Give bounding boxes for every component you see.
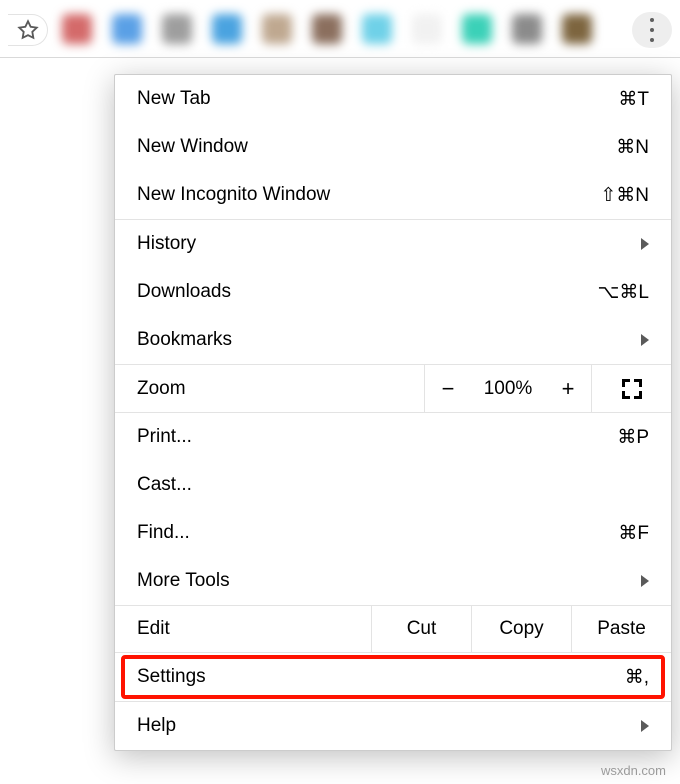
watermark-text: wsxdn.com (601, 763, 666, 778)
menu-label: Print... (137, 426, 617, 448)
extension-icon[interactable] (112, 14, 142, 44)
menu-item-new-incognito[interactable]: New Incognito Window ⇧⌘N (115, 171, 671, 219)
extension-icon[interactable] (412, 14, 442, 44)
menu-item-new-tab[interactable]: New Tab ⌘T (115, 75, 671, 123)
menu-label: Bookmarks (137, 329, 641, 351)
menu-label: Cast... (137, 474, 649, 496)
menu-label: New Incognito Window (137, 184, 600, 206)
menu-label: Help (137, 715, 641, 737)
menu-shortcut: ⌘T (618, 88, 649, 111)
menu-shortcut: ⌘, (625, 666, 649, 689)
vertical-dots-icon (650, 15, 654, 45)
fullscreen-button[interactable] (591, 365, 671, 412)
edit-cut-button[interactable]: Cut (371, 606, 471, 652)
menu-item-find[interactable]: Find... ⌘F (115, 509, 671, 557)
menu-shortcut: ⌘P (617, 426, 649, 449)
zoom-level: 100% (471, 378, 545, 400)
menu-label: Zoom (115, 365, 425, 412)
menu-item-cast[interactable]: Cast... (115, 461, 671, 509)
menu-shortcut: ⌘N (616, 136, 649, 159)
more-menu-button[interactable] (632, 12, 672, 48)
extension-icon[interactable] (462, 14, 492, 44)
main-menu-dropdown: New Tab ⌘T New Window ⌘N New Incognito W… (114, 74, 672, 751)
menu-label: Find... (137, 522, 618, 544)
extension-icons-row (62, 12, 620, 46)
extension-icon[interactable] (62, 14, 92, 44)
extension-icon[interactable] (362, 14, 392, 44)
menu-shortcut: ⌘F (618, 522, 649, 545)
menu-item-history[interactable]: History (115, 220, 671, 268)
menu-label: More Tools (137, 570, 641, 592)
extension-icon[interactable] (562, 14, 592, 44)
zoom-out-button[interactable]: − (425, 376, 471, 402)
menu-label: Downloads (137, 281, 598, 303)
menu-shortcut: ⌥⌘L (598, 281, 649, 304)
menu-item-more-tools[interactable]: More Tools (115, 557, 671, 605)
menu-item-zoom: Zoom − 100% + (115, 365, 671, 413)
extension-icon[interactable] (262, 14, 292, 44)
zoom-in-button[interactable]: + (545, 376, 591, 402)
star-outline-icon (17, 19, 39, 41)
extension-icon[interactable] (512, 14, 542, 44)
extension-icon[interactable] (162, 14, 192, 44)
edit-copy-button[interactable]: Copy (471, 606, 571, 652)
edit-paste-button[interactable]: Paste (571, 606, 671, 652)
menu-shortcut: ⇧⌘N (600, 184, 649, 207)
menu-label: New Tab (137, 88, 618, 110)
menu-item-edit: Edit Cut Copy Paste (115, 605, 671, 653)
menu-label: History (137, 233, 641, 255)
menu-item-settings[interactable]: Settings ⌘, (115, 653, 671, 701)
menu-label: Settings (137, 666, 625, 688)
menu-item-print[interactable]: Print... ⌘P (115, 413, 671, 461)
menu-item-help[interactable]: Help (115, 702, 671, 750)
submenu-arrow-icon (641, 238, 649, 250)
bookmark-star-button[interactable] (8, 14, 48, 46)
menu-item-bookmarks[interactable]: Bookmarks (115, 316, 671, 364)
extension-icon[interactable] (312, 14, 342, 44)
submenu-arrow-icon (641, 334, 649, 346)
submenu-arrow-icon (641, 720, 649, 732)
fullscreen-icon (622, 379, 642, 399)
extension-icon[interactable] (212, 14, 242, 44)
menu-item-downloads[interactable]: Downloads ⌥⌘L (115, 268, 671, 316)
menu-label: New Window (137, 136, 616, 158)
submenu-arrow-icon (641, 575, 649, 587)
menu-label: Edit (115, 606, 371, 652)
browser-toolbar (0, 0, 680, 58)
menu-item-new-window[interactable]: New Window ⌘N (115, 123, 671, 171)
